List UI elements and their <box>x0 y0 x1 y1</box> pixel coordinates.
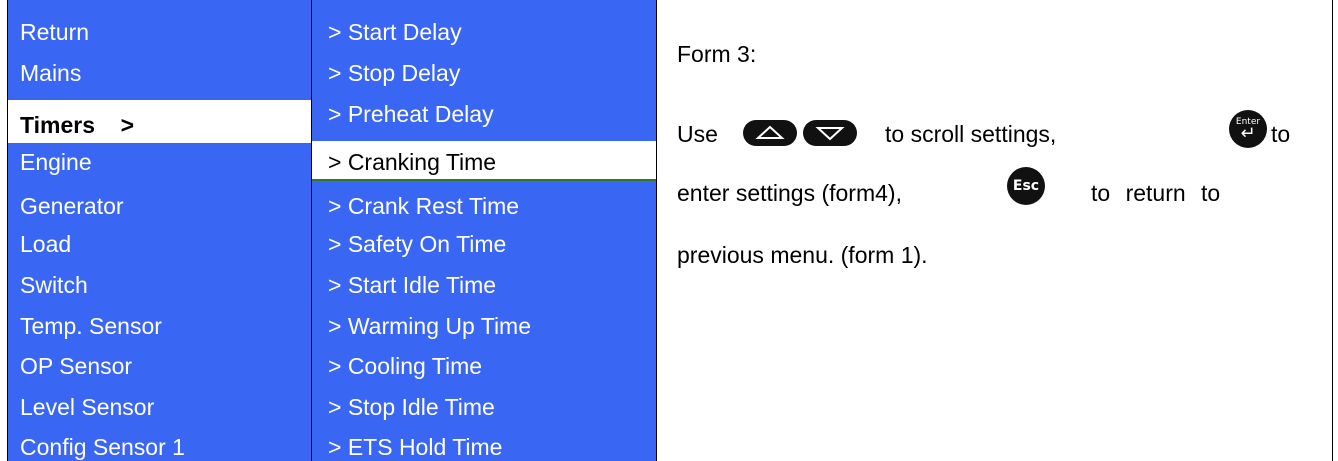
submenu-item-cranking-time[interactable]: > Cranking Time <box>328 148 496 176</box>
menu-item-generator[interactable]: Generator <box>20 192 124 220</box>
help-use-text: Use <box>677 121 718 147</box>
help-scroll-text: to scroll settings, <box>885 121 1057 147</box>
submenu-item-ets-hold-time[interactable]: > ETS Hold Time <box>328 433 502 461</box>
submenu-item-start-idle-time[interactable]: > Start Idle Time <box>328 271 496 299</box>
menu-item-return[interactable]: Return <box>20 18 89 46</box>
main-menu: Return Mains Timers > Engine Generator L… <box>8 0 312 461</box>
submenu-item-stop-delay[interactable]: > Stop Delay <box>328 59 460 87</box>
help-title: Form 3: <box>677 41 757 67</box>
enter-arrow-icon: ↵ <box>1240 123 1256 144</box>
timers-submenu: > Start Delay > Stop Delay > Preheat Del… <box>312 0 657 461</box>
menu-item-level-sensor[interactable]: Level Sensor <box>20 393 154 421</box>
menu-item-timers[interactable]: Timers > <box>20 111 134 139</box>
help-enter-settings-text: enter settings (form4), <box>677 180 902 206</box>
help-panel: Form 3: Use to scroll settings, Enter ↵ … <box>657 0 1332 461</box>
help-return-text: to return to <box>1091 180 1221 206</box>
enter-key-icon: Enter ↵ <box>1229 110 1267 148</box>
menu-item-mains[interactable]: Mains <box>20 59 81 87</box>
submenu-item-preheat-delay[interactable]: > Preheat Delay <box>328 100 494 128</box>
submenu-item-cooling-time[interactable]: > Cooling Time <box>328 352 482 380</box>
menu-item-engine[interactable]: Engine <box>20 148 92 176</box>
help-to-text: to <box>1271 121 1291 147</box>
esc-key-icon: Esc <box>1007 167 1045 205</box>
submenu-item-crank-rest-time[interactable]: > Crank Rest Time <box>328 192 519 220</box>
submenu-item-warming-up-time[interactable]: > Warming Up Time <box>328 312 531 340</box>
menu-item-op-sensor[interactable]: OP Sensor <box>20 352 132 380</box>
menu-item-load[interactable]: Load <box>20 230 71 258</box>
up-arrow-button-icon <box>743 120 797 146</box>
submenu-item-start-delay[interactable]: > Start Delay <box>328 18 462 46</box>
submenu-item-stop-idle-time[interactable]: > Stop Idle Time <box>328 393 495 421</box>
submenu-item-safety-on-time[interactable]: > Safety On Time <box>328 230 506 258</box>
menu-item-switch[interactable]: Switch <box>20 271 88 299</box>
menu-item-temp-sensor[interactable]: Temp. Sensor <box>20 312 162 340</box>
down-arrow-button-icon <box>803 120 857 146</box>
help-previous-menu-text: previous menu. (form 1). <box>677 242 928 268</box>
menu-item-config-sensor-1[interactable]: Config Sensor 1 <box>20 433 185 461</box>
esc-key-label: Esc <box>1012 178 1040 194</box>
